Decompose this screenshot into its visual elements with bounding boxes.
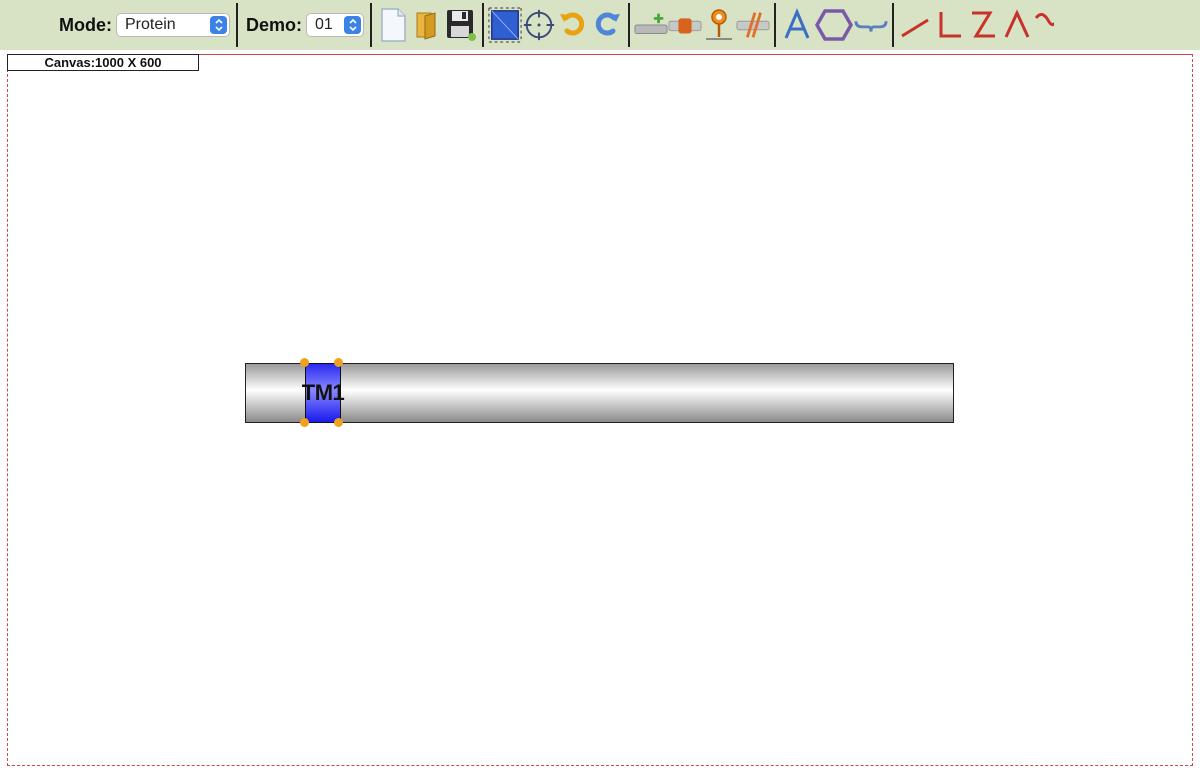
new-file-icon[interactable] [376,6,410,44]
resize-handle-top-left[interactable] [300,358,309,367]
undo-icon[interactable] [556,6,590,44]
demo-select[interactable]: 01 [306,13,365,37]
toolbar-separator [774,3,777,47]
select-arrows-icon [344,16,362,34]
hexagon-icon[interactable] [814,6,854,44]
domain-label: TM1 [301,380,345,405]
arc-line-icon[interactable] [1000,6,1034,44]
resize-handle-bottom-right[interactable] [334,418,343,427]
canvas-size-badge: Canvas:1000 X 600 [7,54,199,71]
toolbar-separator [892,3,895,47]
toolbar-separator [236,3,238,47]
line-icon[interactable] [898,6,932,44]
marker-pin-icon[interactable] [702,6,736,44]
resize-canvas-icon[interactable] [488,6,522,44]
break-lines-icon[interactable] [736,6,770,44]
select-arrows-icon [210,16,227,34]
angle-line-icon[interactable] [932,6,966,44]
mode-select[interactable]: Protein [116,13,230,37]
wave-line-icon[interactable] [1034,6,1055,44]
demo-select-value: 01 [315,16,333,33]
mode-label: Mode: [59,14,112,35]
domain-block-icon[interactable] [668,6,702,44]
demo-label: Demo: [246,14,303,35]
resize-handle-top-right[interactable] [334,358,343,367]
toolbar-separator [482,3,485,47]
add-domain-icon[interactable] [634,6,668,44]
redo-icon[interactable] [590,6,624,44]
toolbar-separator [628,3,631,47]
protein-backbone[interactable] [245,363,954,423]
zigzag-line-icon[interactable] [966,6,1000,44]
save-icon[interactable] [444,6,478,44]
resize-handle-bottom-left[interactable] [300,418,309,427]
brace-icon[interactable] [854,6,888,44]
center-target-icon[interactable] [522,6,556,44]
open-folder-icon[interactable] [410,6,444,44]
text-icon[interactable] [780,6,814,44]
toolbar: Mode: Protein Demo: 01 [0,0,1200,50]
mode-select-value: Protein [125,16,176,33]
toolbar-separator [370,3,373,47]
